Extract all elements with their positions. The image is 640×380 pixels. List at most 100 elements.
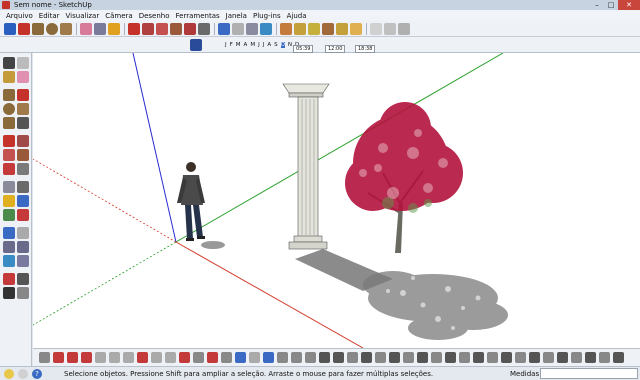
menu-arquivo[interactable]: Arquivo — [3, 12, 36, 20]
person-figure[interactable] — [177, 162, 225, 249]
iso-view-icon[interactable] — [280, 23, 292, 35]
geo-location-icon[interactable] — [4, 369, 14, 379]
plugin-tool-icon[interactable] — [529, 352, 540, 363]
pan-tool-icon[interactable] — [17, 227, 29, 239]
plugin-tool-icon[interactable] — [375, 352, 386, 363]
axes-tool-icon[interactable] — [3, 209, 15, 221]
arc-tool-icon[interactable] — [60, 23, 72, 35]
month-selector[interactable]: J F M A M J J A S O N D — [225, 42, 299, 48]
plugin-tool-icon[interactable] — [543, 352, 554, 363]
plugin-tool-icon[interactable] — [571, 352, 582, 363]
zoom-window-icon[interactable] — [17, 241, 29, 253]
zoom-tool-icon[interactable] — [246, 23, 258, 35]
get-photo-texture-icon[interactable] — [277, 352, 288, 363]
plugin-tool-icon[interactable] — [487, 352, 498, 363]
3d-text-icon[interactable] — [17, 209, 29, 221]
follow-me-icon[interactable] — [170, 23, 182, 35]
plugin-tool-icon[interactable] — [361, 352, 372, 363]
push-pull-icon[interactable] — [128, 23, 140, 35]
layer-icon[interactable] — [305, 352, 316, 363]
orbit-tool-icon[interactable] — [3, 227, 15, 239]
credits-icon[interactable] — [18, 369, 28, 379]
left-view-icon[interactable] — [350, 23, 362, 35]
plugin-tool-icon[interactable] — [445, 352, 456, 363]
minimize-button[interactable]: – — [590, 0, 604, 10]
plugin-tool-icon[interactable] — [417, 352, 428, 363]
section-plane-icon[interactable] — [17, 287, 29, 299]
plugin-tool-icon[interactable] — [585, 352, 596, 363]
share-model-icon[interactable] — [249, 352, 260, 363]
menu-camera[interactable]: Câmera — [102, 12, 135, 20]
solid-outer-shell-icon[interactable] — [151, 352, 162, 363]
solid-intersect-icon[interactable] — [165, 352, 176, 363]
flip-edge-icon[interactable] — [137, 352, 148, 363]
front-view-icon[interactable] — [308, 23, 320, 35]
move-tool-icon[interactable] — [3, 135, 15, 147]
offset-tool-icon[interactable] — [17, 163, 29, 175]
eraser-tool-icon[interactable] — [80, 23, 92, 35]
select-tool-icon[interactable] — [3, 57, 15, 69]
sandbox-scratch-icon[interactable] — [67, 352, 78, 363]
rotate-tool-icon[interactable] — [156, 23, 168, 35]
line-tool-icon[interactable] — [17, 89, 29, 101]
drape-tool-icon[interactable] — [109, 352, 120, 363]
xray-icon[interactable] — [370, 23, 382, 35]
help-icon[interactable]: ? — [32, 369, 42, 379]
stamp-tool-icon[interactable] — [95, 352, 106, 363]
section-icon[interactable] — [319, 352, 330, 363]
text-tool-icon[interactable] — [17, 195, 29, 207]
scale-tool-icon[interactable] — [3, 163, 15, 175]
sandbox-from-contours-icon[interactable] — [53, 352, 64, 363]
component-icon[interactable] — [17, 57, 29, 69]
share-component-icon[interactable] — [263, 352, 274, 363]
top-view-icon[interactable] — [294, 23, 306, 35]
plugin-tool-icon[interactable] — [557, 352, 568, 363]
eraser-tool-icon[interactable] — [17, 71, 29, 83]
tape-measure-icon[interactable] — [3, 181, 15, 193]
shadow-settings-icon[interactable] — [190, 39, 202, 51]
get-models-icon[interactable] — [235, 352, 246, 363]
style-icon[interactable] — [291, 352, 302, 363]
menu-visualizar[interactable]: Visualizar — [63, 12, 103, 20]
circle-tool-icon[interactable] — [46, 23, 58, 35]
tree-model[interactable] — [345, 102, 463, 253]
orbit-tool-icon[interactable] — [218, 23, 230, 35]
zoom-extents-icon[interactable] — [260, 23, 272, 35]
maximize-button[interactable]: □ — [604, 0, 618, 10]
plugin-tool-icon[interactable] — [403, 352, 414, 363]
previous-view-icon[interactable] — [17, 255, 29, 267]
add-detail-icon[interactable] — [123, 352, 134, 363]
modeling-viewport[interactable] — [33, 53, 640, 348]
freehand-tool-icon[interactable] — [17, 117, 29, 129]
dimension-tool-icon[interactable] — [17, 181, 29, 193]
move-tool-icon[interactable] — [142, 23, 154, 35]
tape-measure-icon[interactable] — [94, 23, 106, 35]
circle-tool-icon[interactable] — [3, 103, 15, 115]
follow-me-icon[interactable] — [17, 149, 29, 161]
wireframe-icon[interactable] — [384, 23, 396, 35]
plugin-tool-icon[interactable] — [515, 352, 526, 363]
smoove-tool-icon[interactable] — [81, 352, 92, 363]
plugin-tool-icon[interactable] — [473, 352, 484, 363]
paint-bucket-icon[interactable] — [3, 71, 15, 83]
plugin-tool-icon[interactable] — [459, 352, 470, 363]
zoom-tool-icon[interactable] — [3, 241, 15, 253]
zoom-extents-icon[interactable] — [3, 255, 15, 267]
menu-desenho[interactable]: Desenho — [136, 12, 173, 20]
solid-subtract-icon[interactable] — [193, 352, 204, 363]
pan-tool-icon[interactable] — [232, 23, 244, 35]
solid-split-icon[interactable] — [221, 352, 232, 363]
push-pull-icon[interactable] — [17, 135, 29, 147]
walk-tool-icon[interactable] — [3, 287, 15, 299]
solid-union-icon[interactable] — [179, 352, 190, 363]
menu-editar[interactable]: Editar — [36, 12, 63, 20]
menu-ferramentas[interactable]: Ferramentas — [173, 12, 223, 20]
back-view-icon[interactable] — [336, 23, 348, 35]
rotate-tool-icon[interactable] — [3, 149, 15, 161]
fog-icon[interactable] — [333, 352, 344, 363]
hidden-line-icon[interactable] — [398, 23, 410, 35]
select-tool-icon[interactable] — [4, 23, 16, 35]
right-view-icon[interactable] — [322, 23, 334, 35]
plugin-tool-icon[interactable] — [347, 352, 358, 363]
protractor-icon[interactable] — [3, 195, 15, 207]
